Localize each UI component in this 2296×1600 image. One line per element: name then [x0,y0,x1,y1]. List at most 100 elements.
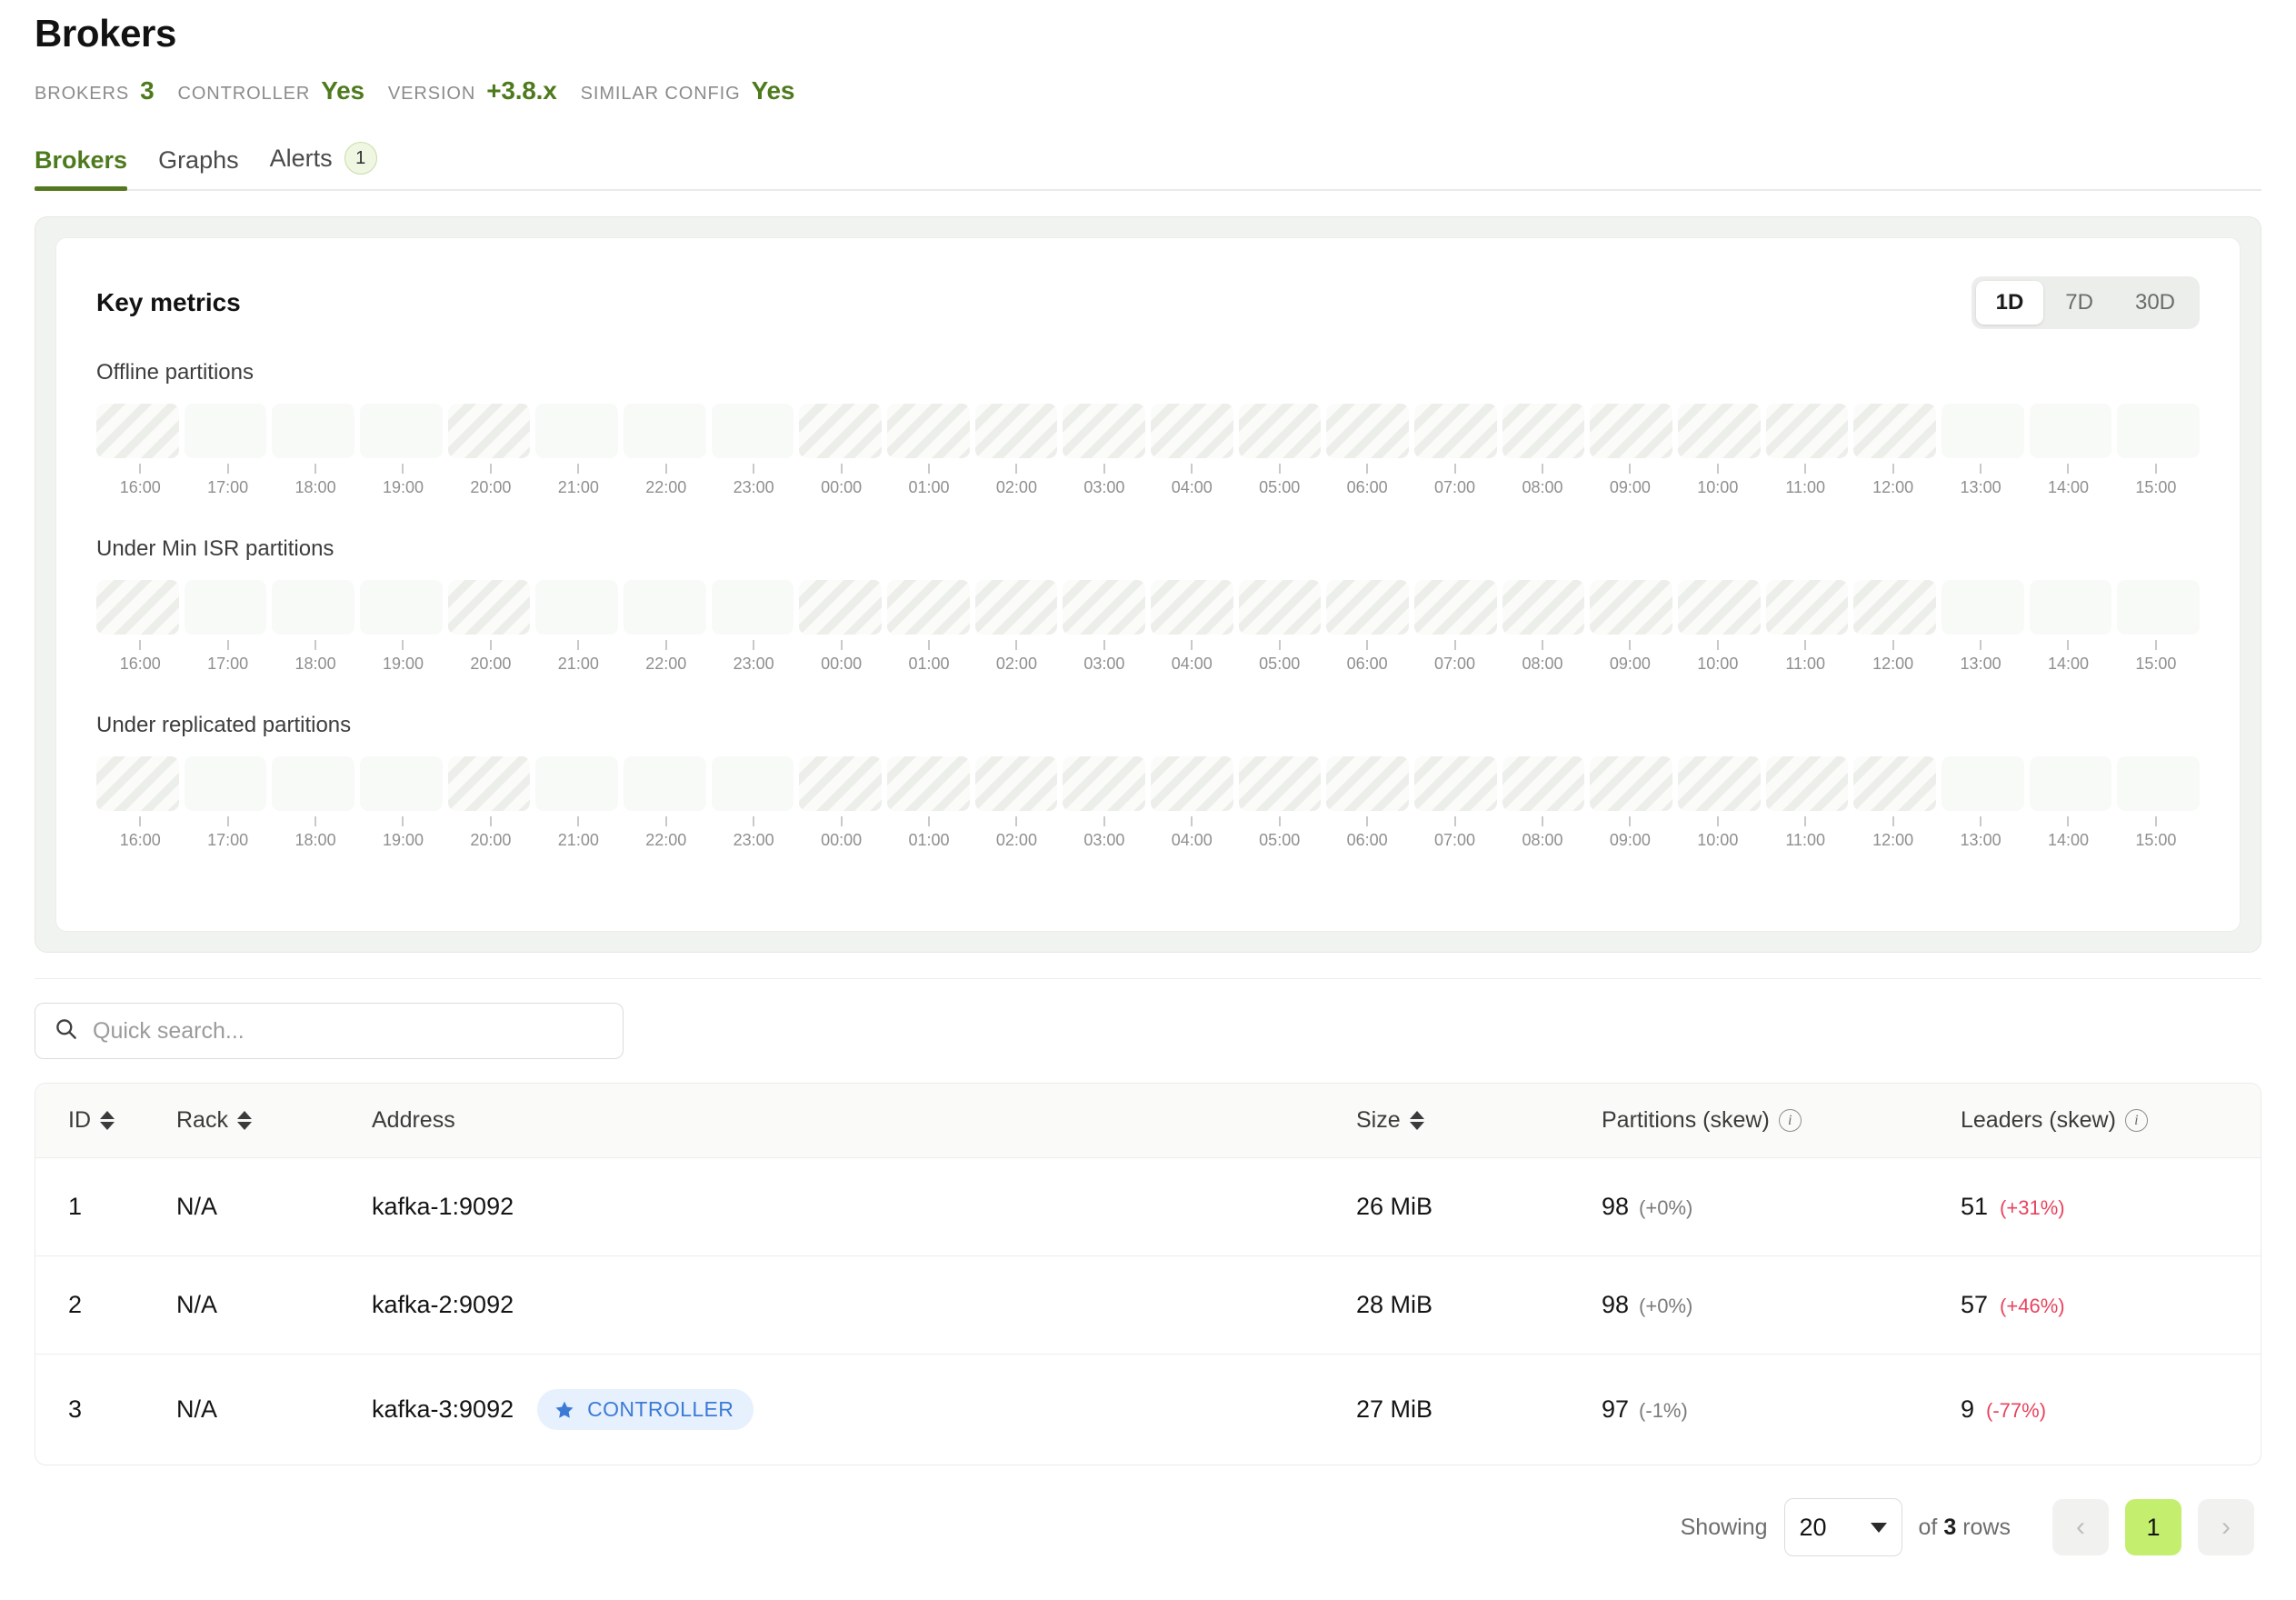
heatmap-cell[interactable] [2029,580,2112,635]
heatmap-cell[interactable] [184,580,267,635]
heatmap-cell[interactable] [1942,404,2024,459]
heatmap-cell[interactable] [1765,580,1849,635]
heatmap-cell[interactable] [1414,580,1497,635]
heatmap-cell[interactable] [2117,756,2201,812]
sort-icon[interactable] [1409,1111,1424,1131]
heatmap-cell[interactable] [1326,756,1410,812]
column-header-size[interactable]: Size [1356,1084,1602,1159]
heatmap-cell[interactable] [1063,756,1146,812]
heatmap-cell[interactable] [272,756,355,812]
heatmap-cell[interactable] [1151,404,1233,459]
search-input[interactable] [93,1017,604,1045]
heatmap-cell[interactable] [184,756,267,812]
heatmap-cell[interactable] [1678,404,1761,459]
heatmap-cell[interactable] [1502,404,1585,459]
axis-tick-mark [664,640,667,651]
heatmap-cell[interactable] [1063,404,1146,459]
heatmap-cell[interactable] [447,580,531,635]
heatmap-cell[interactable] [535,580,619,635]
tab-brokers[interactable]: Brokers [35,146,143,192]
heatmap-cell[interactable] [1151,756,1233,812]
heatmap-cell[interactable] [535,404,619,459]
heatmap-cell[interactable] [447,404,531,459]
table-row[interactable]: 3 N/A kafka-3:9092 CONTROLLER 27 MiB 97 (-1%) 9… [35,1355,2261,1465]
heatmap-cell[interactable] [1151,580,1233,635]
heatmap-cell[interactable] [1414,404,1497,459]
heatmap-cell[interactable] [1853,404,1937,459]
axis-tick-label: 22:00 [645,655,687,674]
heatmap-cell[interactable] [1678,756,1761,812]
heatmap-cell[interactable] [96,756,179,812]
prev-page-button[interactable]: ‹ [2052,1499,2109,1556]
range-button-30d[interactable]: 30D [2115,281,2195,325]
next-page-button[interactable]: › [2198,1499,2254,1556]
range-button-7d[interactable]: 7D [2045,281,2113,325]
page-1-button[interactable]: 1 [2125,1499,2181,1556]
heatmap-cell[interactable] [184,404,267,459]
info-icon[interactable]: i [1778,1109,1802,1133]
heatmap-cell[interactable] [1765,404,1849,459]
heatmap-cell[interactable] [272,580,355,635]
info-icon[interactable]: i [2124,1109,2148,1133]
heatmap-cell[interactable] [360,756,443,812]
heatmap-cell[interactable] [1590,756,1673,812]
heatmap-cell[interactable] [1942,756,2024,812]
heatmap-cell[interactable] [96,580,179,635]
page-size-select[interactable]: 20 [1783,1498,1902,1557]
current-page-number: 1 [2146,1513,2161,1541]
heatmap-cell[interactable] [1238,756,1322,812]
heatmap-cell[interactable] [974,756,1058,812]
heatmap-cell[interactable] [799,404,883,459]
heatmap-cell[interactable] [711,404,794,459]
heatmap-cell[interactable] [2029,404,2112,459]
heatmap-cell[interactable] [1765,756,1849,812]
heatmap-cell[interactable] [799,580,883,635]
heatmap-cell[interactable] [1678,580,1761,635]
time-range-toggle[interactable]: 1D 7D 30D [1971,276,2200,330]
heatmap-cell[interactable] [1942,580,2024,635]
column-header-id[interactable]: ID [35,1084,176,1159]
heatmap-cell[interactable] [1853,756,1937,812]
heatmap-cell[interactable] [887,756,970,812]
tab-graphs[interactable]: Graphs [143,146,255,189]
heatmap-cell[interactable] [447,756,531,812]
heatmap-cell[interactable] [711,756,794,812]
sort-icon[interactable] [100,1111,115,1131]
heatmap-cell[interactable] [974,580,1058,635]
tab-alerts[interactable]: Alerts 1 [255,142,393,189]
range-button-1d[interactable]: 1D [1975,281,2044,325]
heatmap-cell[interactable] [1326,580,1410,635]
heatmap-cell[interactable] [1238,404,1322,459]
heatmap-cell[interactable] [1502,580,1585,635]
search-box[interactable] [35,1003,624,1060]
heatmap-cell[interactable] [1326,404,1410,459]
table-row[interactable]: 2 N/A kafka-2:9092 28 MiB 98 (+0%) 57 (+46%) [35,1255,2261,1355]
heatmap-cell[interactable] [1590,404,1673,459]
heatmap-cell[interactable] [272,404,355,459]
heatmap-cell[interactable] [2029,756,2112,812]
column-header-rack[interactable]: Rack [176,1084,372,1159]
heatmap-cell[interactable] [624,404,706,459]
heatmap-cell[interactable] [1414,756,1497,812]
heatmap-cell[interactable] [887,404,970,459]
heatmap-cell[interactable] [1063,580,1146,635]
heatmap-cell[interactable] [1590,580,1673,635]
heatmap-cell[interactable] [711,580,794,635]
sort-icon[interactable] [236,1111,252,1131]
heatmap-cell[interactable] [799,756,883,812]
heatmap-cell[interactable] [2117,580,2201,635]
heatmap-cell[interactable] [1853,580,1937,635]
table-row[interactable]: 1 N/A kafka-1:9092 26 MiB 98 (+0%) 51 (+31%) [35,1157,2261,1257]
heatmap-cell[interactable] [360,580,443,635]
heatmap-cell[interactable] [96,404,179,459]
heatmap-cell[interactable] [1238,580,1322,635]
heatmap-cell[interactable] [624,580,706,635]
heatmap-cell[interactable] [624,756,706,812]
heatmap-cell[interactable] [887,580,970,635]
heatmap-cell[interactable] [535,756,619,812]
axis-tick: 06:00 [1323,640,1411,678]
heatmap-cell[interactable] [2117,404,2201,459]
heatmap-cell[interactable] [974,404,1058,459]
heatmap-cell[interactable] [360,404,443,459]
heatmap-cell[interactable] [1502,756,1585,812]
